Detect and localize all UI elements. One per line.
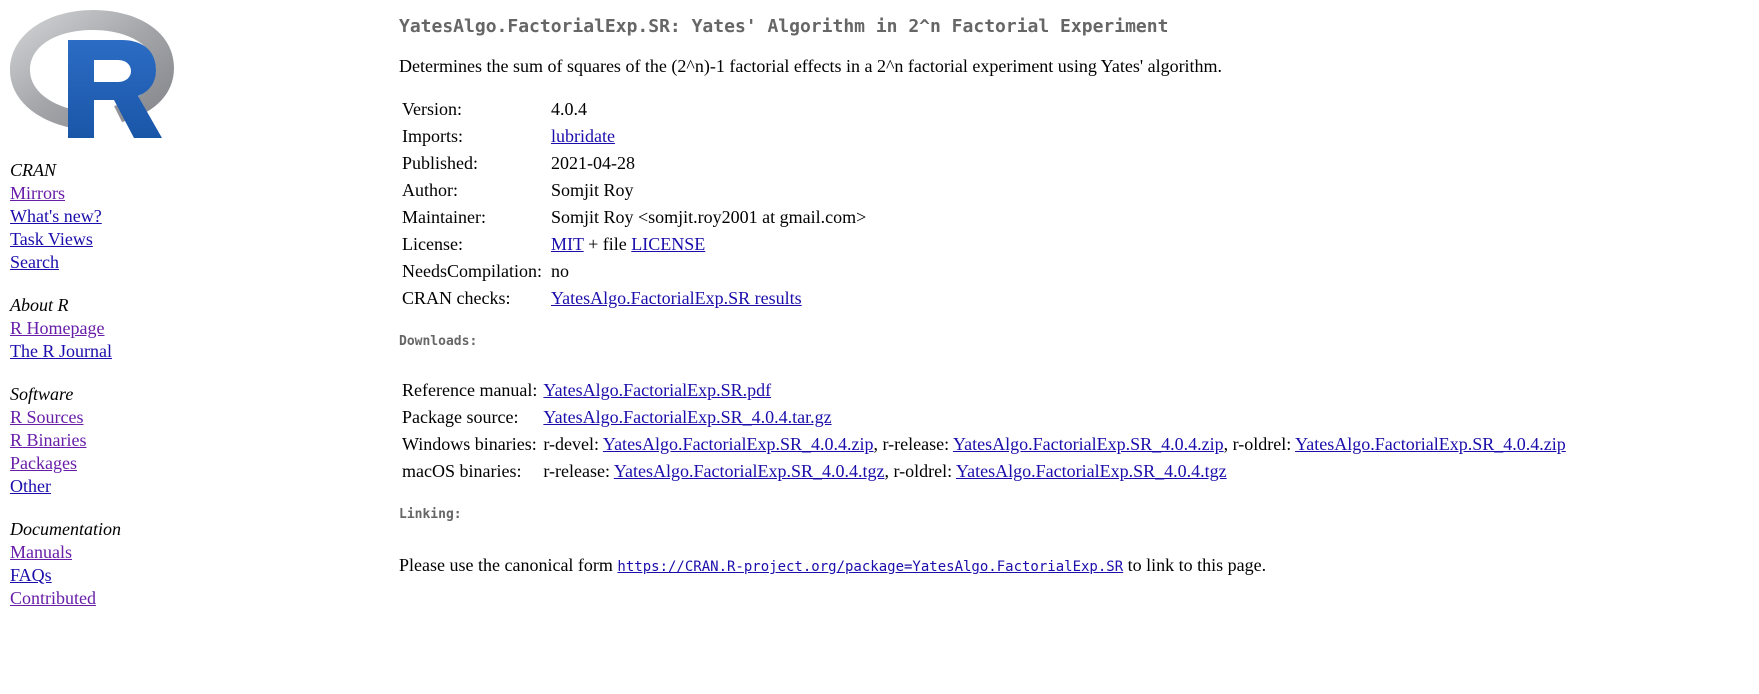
reference-manual-link[interactable]: YatesAlgo.FactorialExp.SR.pdf [543, 380, 771, 400]
nav-heading-software: Software [10, 384, 74, 404]
table-row: Package source: YatesAlgo.FactorialExp.S… [399, 404, 1569, 431]
nav-link-mirrors[interactable]: Mirrors [10, 183, 65, 203]
main-content: YatesAlgo.FactorialExp.SR: Yates' Algori… [399, 14, 1739, 579]
page-title: YatesAlgo.FactorialExp.SR: Yates' Algori… [399, 16, 1169, 37]
mac-release-label: r-release: [543, 461, 614, 481]
version-value: 4.0.4 [550, 99, 587, 119]
table-row: License: MIT + file LICENSE [399, 231, 870, 258]
nav-link-whats-new[interactable]: What's new? [10, 206, 102, 226]
nav-link-r-binaries[interactable]: R Binaries [10, 430, 87, 450]
table-row: Imports: lubridate [399, 123, 870, 150]
cran-checks-link[interactable]: YatesAlgo.FactorialExp.SR results [551, 288, 802, 308]
windows-binaries-value: r-devel: YatesAlgo.FactorialExp.SR_4.0.4… [540, 431, 1568, 458]
version-key: Version: [402, 99, 462, 119]
nav-group-software: Software R Sources R Binaries Packages O… [10, 383, 210, 498]
cran-package-page: R CRAN Mirrors What's new? Task Views Se… [0, 0, 1759, 694]
table-row: Author: Somjit Roy [399, 177, 870, 204]
nav-heading-cran: CRAN [10, 160, 57, 180]
linking-heading: Linking: [399, 507, 462, 522]
mac-oldrel-link[interactable]: YatesAlgo.FactorialExp.SR_4.0.4.tgz [956, 461, 1227, 481]
win-oldrel-label: , r-oldrel: [1223, 434, 1296, 454]
mac-release-link[interactable]: YatesAlgo.FactorialExp.SR_4.0.4.tgz [614, 461, 885, 481]
nav-link-faqs[interactable]: FAQs [10, 565, 52, 585]
needs-compilation-value: no [550, 261, 569, 281]
mac-oldrel-label: , r-oldrel: [884, 461, 956, 481]
macos-binaries-key: macOS binaries: [402, 461, 522, 481]
needs-compilation-key: NeedsCompilation: [402, 261, 542, 281]
license-mid-text: + file [583, 234, 632, 254]
maintainer-value: Somjit Roy <somjit.roy2001 at gmail.com> [550, 207, 867, 227]
published-value: 2021-04-28 [550, 153, 635, 173]
nav-group-cran: CRAN Mirrors What's new? Task Views Sear… [10, 159, 210, 274]
package-source-key: Package source: [402, 407, 519, 427]
macos-binaries-value: r-release: YatesAlgo.FactorialExp.SR_4.0… [540, 458, 1568, 485]
nav-link-packages[interactable]: Packages [10, 453, 77, 473]
win-devel-label: r-devel: [543, 434, 603, 454]
win-release-label: , r-release: [873, 434, 953, 454]
imports-key: Imports: [402, 126, 463, 146]
windows-binaries-key: Windows binaries: [402, 434, 537, 454]
published-key: Published: [402, 153, 479, 173]
nav-link-r-journal[interactable]: The R Journal [10, 341, 112, 361]
table-row: Published: 2021-04-28 [399, 150, 870, 177]
reference-manual-key: Reference manual: [402, 380, 538, 400]
win-devel-link[interactable]: YatesAlgo.FactorialExp.SR_4.0.4.zip [603, 434, 874, 454]
r-logo[interactable]: R [10, 8, 176, 140]
cran-checks-key: CRAN checks: [402, 288, 511, 308]
nav-link-r-homepage[interactable]: R Homepage [10, 318, 104, 338]
license-key: License: [402, 234, 463, 254]
linking-text: Please use the canonical form https://CR… [399, 553, 1739, 579]
win-release-link[interactable]: YatesAlgo.FactorialExp.SR_4.0.4.zip [953, 434, 1224, 454]
linking-suffix: to link to this page. [1123, 555, 1267, 575]
license-link-file[interactable]: LICENSE [631, 234, 705, 254]
downloads-table: Reference manual: YatesAlgo.FactorialExp… [399, 377, 1569, 485]
downloads-heading: Downloads: [399, 334, 478, 349]
nav-link-other[interactable]: Other [10, 476, 51, 496]
canonical-url-link[interactable]: https://CRAN.R-project.org/package=Yates… [617, 559, 1123, 575]
nav-link-task-views[interactable]: Task Views [10, 229, 93, 249]
linking-prefix: Please use the canonical form [399, 555, 618, 575]
maintainer-key: Maintainer: [402, 207, 486, 227]
author-key: Author: [402, 180, 458, 200]
author-value: Somjit Roy [550, 180, 634, 200]
table-row: macOS binaries: r-release: YatesAlgo.Fac… [399, 458, 1569, 485]
nav-group-documentation: Documentation Manuals FAQs Contributed [10, 518, 210, 610]
table-row: Version: 4.0.4 [399, 96, 870, 123]
sidebar: R CRAN Mirrors What's new? Task Views Se… [10, 8, 210, 610]
nav-link-contributed[interactable]: Contributed [10, 588, 96, 608]
license-value: MIT + file LICENSE [548, 231, 870, 258]
table-row: Windows binaries: r-devel: YatesAlgo.Fac… [399, 431, 1569, 458]
nav-heading-documentation: Documentation [10, 519, 121, 539]
nav-link-manuals[interactable]: Manuals [10, 542, 72, 562]
package-metadata-table: Version: 4.0.4 Imports: lubridate Publis… [399, 96, 870, 312]
table-row: Maintainer: Somjit Roy <somjit.roy2001 a… [399, 204, 870, 231]
nav-link-r-sources[interactable]: R Sources [10, 407, 84, 427]
table-row: Reference manual: YatesAlgo.FactorialExp… [399, 377, 1569, 404]
nav-link-search[interactable]: Search [10, 252, 59, 272]
table-row: CRAN checks: YatesAlgo.FactorialExp.SR r… [399, 285, 870, 312]
table-row: NeedsCompilation: no [399, 258, 870, 285]
nav-group-about-r: About R R Homepage The R Journal [10, 294, 210, 363]
win-oldrel-link[interactable]: YatesAlgo.FactorialExp.SR_4.0.4.zip [1295, 434, 1566, 454]
nav-heading-about-r: About R [10, 295, 69, 315]
package-description: Determines the sum of squares of the (2^… [399, 56, 1223, 76]
imports-link-lubridate[interactable]: lubridate [551, 126, 615, 146]
package-source-link[interactable]: YatesAlgo.FactorialExp.SR_4.0.4.tar.gz [543, 407, 831, 427]
license-link-mit[interactable]: MIT [551, 234, 584, 254]
